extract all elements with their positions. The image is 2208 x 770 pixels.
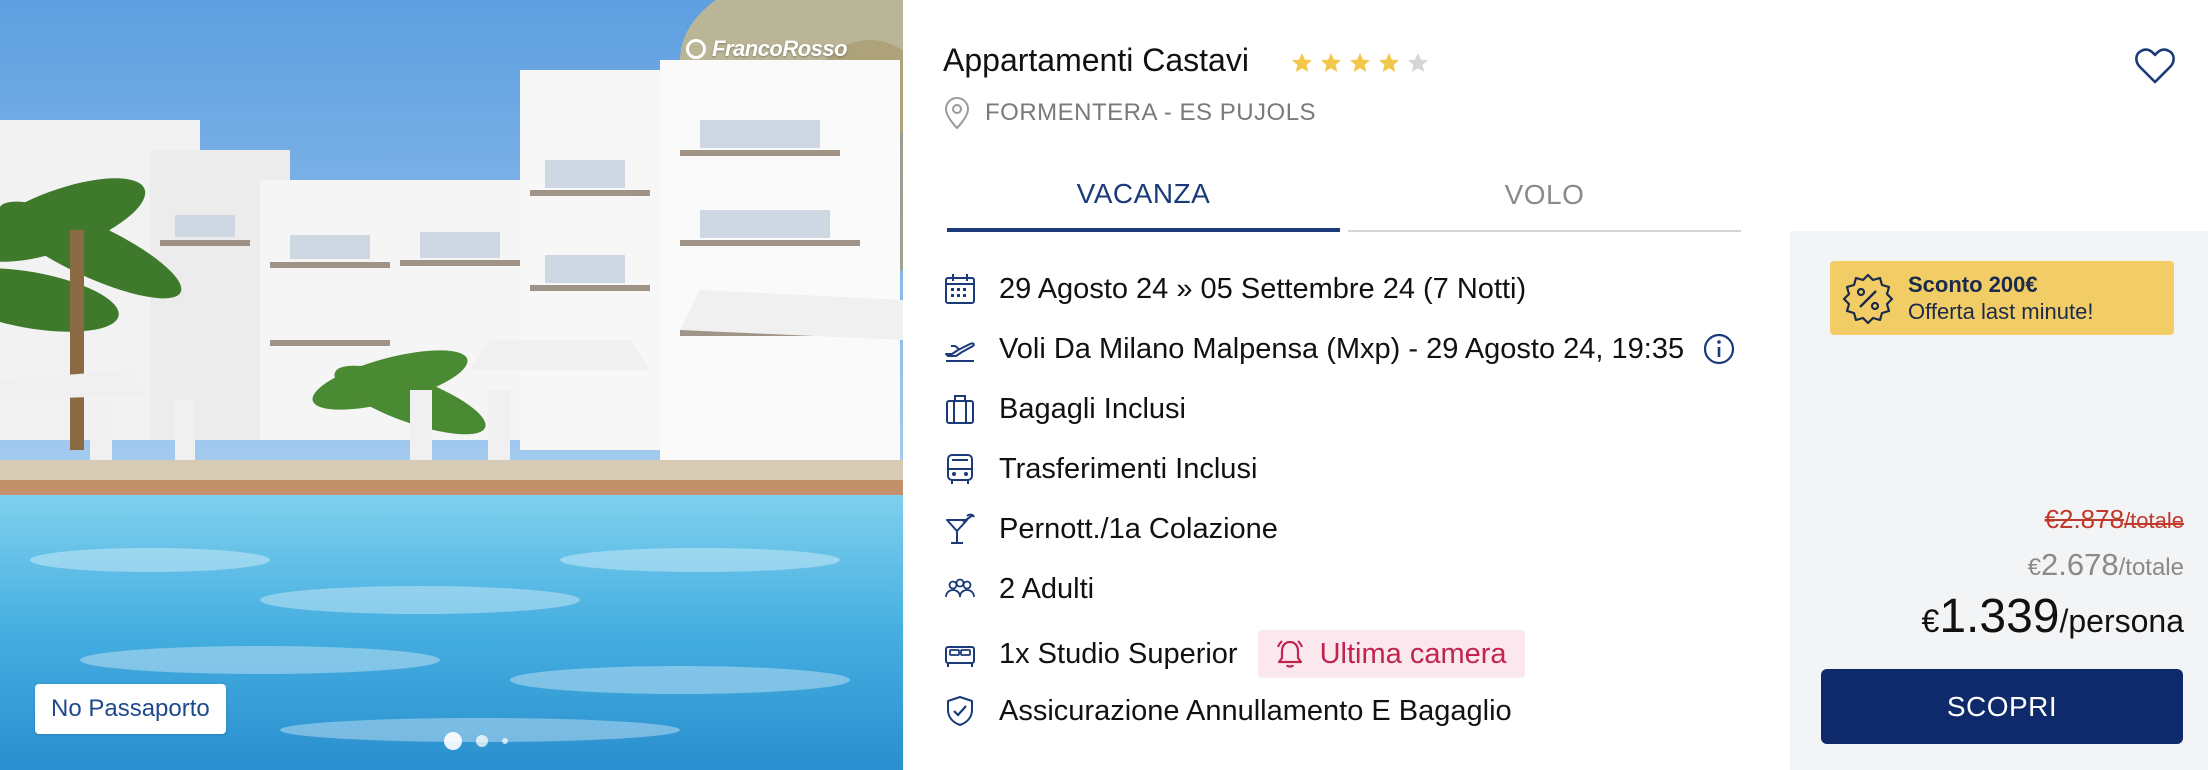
discount-subtitle: Offerta last minute! <box>1908 299 2094 324</box>
total-value: 2.678 <box>2041 547 2119 582</box>
location-text: FORMENTERA - ES PUJOLS <box>985 99 1317 126</box>
no-passport-badge: No Passaporto <box>35 684 226 734</box>
discount-badge: Sconto 200€ Offerta last minute! <box>1830 261 2174 335</box>
discount-title: Sconto 200€ <box>1908 271 2038 297</box>
price-panel: Sconto 200€ Offerta last minute! €2.878/… <box>1790 231 2208 770</box>
bus-icon <box>943 452 977 486</box>
calendar-icon <box>943 272 977 306</box>
last-room-text: Ultima camera <box>1319 637 1507 670</box>
tab-volo[interactable]: VOLO <box>1348 160 1741 232</box>
cocktail-icon <box>943 512 977 546</box>
total-currency: € <box>2027 554 2042 581</box>
star-icon-filled <box>1292 53 1312 72</box>
hotel-photo-illustration <box>0 0 903 770</box>
feature-room: 1x Studio Superior Ultima camera <box>943 630 1525 678</box>
dates-text: 29 Agosto 24 » 05 Settembre 24 (7 Notti) <box>999 272 1527 305</box>
feature-insurance: Assicurazione Annullamento E Bagaglio <box>943 694 1512 728</box>
feature-flight: Voli Da Milano Malpensa (Mxp) - 29 Agost… <box>943 332 1736 366</box>
carousel-dot-1[interactable] <box>444 732 462 750</box>
people-icon <box>943 572 977 606</box>
percent-badge-icon <box>1842 273 1894 324</box>
board-text: Pernott./1a Colazione <box>999 512 1278 545</box>
star-icon-filled <box>1321 53 1341 72</box>
brand-logo-text: FrancoRosso <box>712 36 848 61</box>
total-unit: /totale <box>2118 554 2184 581</box>
flight-text: Voli Da Milano Malpensa (Mxp) - 29 Agost… <box>999 332 1685 365</box>
feature-transfers: Trasferimenti Inclusi <box>943 452 1257 486</box>
carousel-dot-3[interactable] <box>502 738 508 744</box>
heart-icon[interactable] <box>2134 46 2176 86</box>
star-icon-filled <box>1379 53 1399 72</box>
tab-vacanza[interactable]: VACANZA <box>947 160 1340 232</box>
old-total-price: €2.878/totale <box>2045 504 2184 535</box>
hotel-name[interactable]: Appartamenti Castavi <box>943 42 1249 79</box>
shield-check-icon <box>943 694 977 728</box>
hotel-photo[interactable]: FrancoRosso No Passaporto <box>0 0 903 770</box>
per-person-price: €1.339/persona <box>1922 589 2184 644</box>
carousel-dots[interactable] <box>444 732 508 750</box>
info-circle-icon[interactable] <box>1702 332 1736 366</box>
star-icon-empty <box>1408 53 1428 72</box>
bed-icon <box>943 637 977 671</box>
carousel-dot-2[interactable] <box>476 735 488 747</box>
star-icon-filled <box>1350 53 1370 72</box>
per-person-unit: /persona <box>2059 603 2184 639</box>
feature-baggage: Bagagli Inclusi <box>943 392 1186 426</box>
old-total-value: €2.878 <box>2044 504 2125 534</box>
map-pin-icon <box>944 96 970 130</box>
total-price: €2.678/totale <box>2028 547 2184 583</box>
baggage-text: Bagagli Inclusi <box>999 392 1186 425</box>
guests-text: 2 Adulti <box>999 572 1095 605</box>
brand-logo: FrancoRosso <box>686 36 848 62</box>
transfers-text: Trasferimenti Inclusi <box>999 452 1258 485</box>
per-person-currency: € <box>1921 603 1940 639</box>
scopri-button[interactable]: SCOPRI <box>1821 669 2183 744</box>
hotel-location: FORMENTERA - ES PUJOLS <box>943 96 1316 130</box>
per-person-value: 1.339 <box>1939 590 2060 643</box>
feature-guests: 2 Adulti <box>943 572 1094 606</box>
room-text: 1x Studio Superior <box>999 637 1238 670</box>
insurance-text: Assicurazione Annullamento E Bagaglio <box>999 694 1512 727</box>
suitcase-icon <box>943 392 977 426</box>
feature-board: Pernott./1a Colazione <box>943 512 1278 546</box>
old-total-unit: /totale <box>2124 508 2184 533</box>
package-tabs: VACANZA VOLO <box>947 160 1741 232</box>
brand-logo-mark <box>686 39 706 59</box>
airplane-takeoff-icon <box>943 332 977 366</box>
star-rating <box>1290 51 1430 75</box>
bell-icon <box>1276 640 1303 668</box>
last-room-badge: Ultima camera <box>1257 630 1525 678</box>
feature-dates: 29 Agosto 24 » 05 Settembre 24 (7 Notti) <box>943 272 1526 306</box>
